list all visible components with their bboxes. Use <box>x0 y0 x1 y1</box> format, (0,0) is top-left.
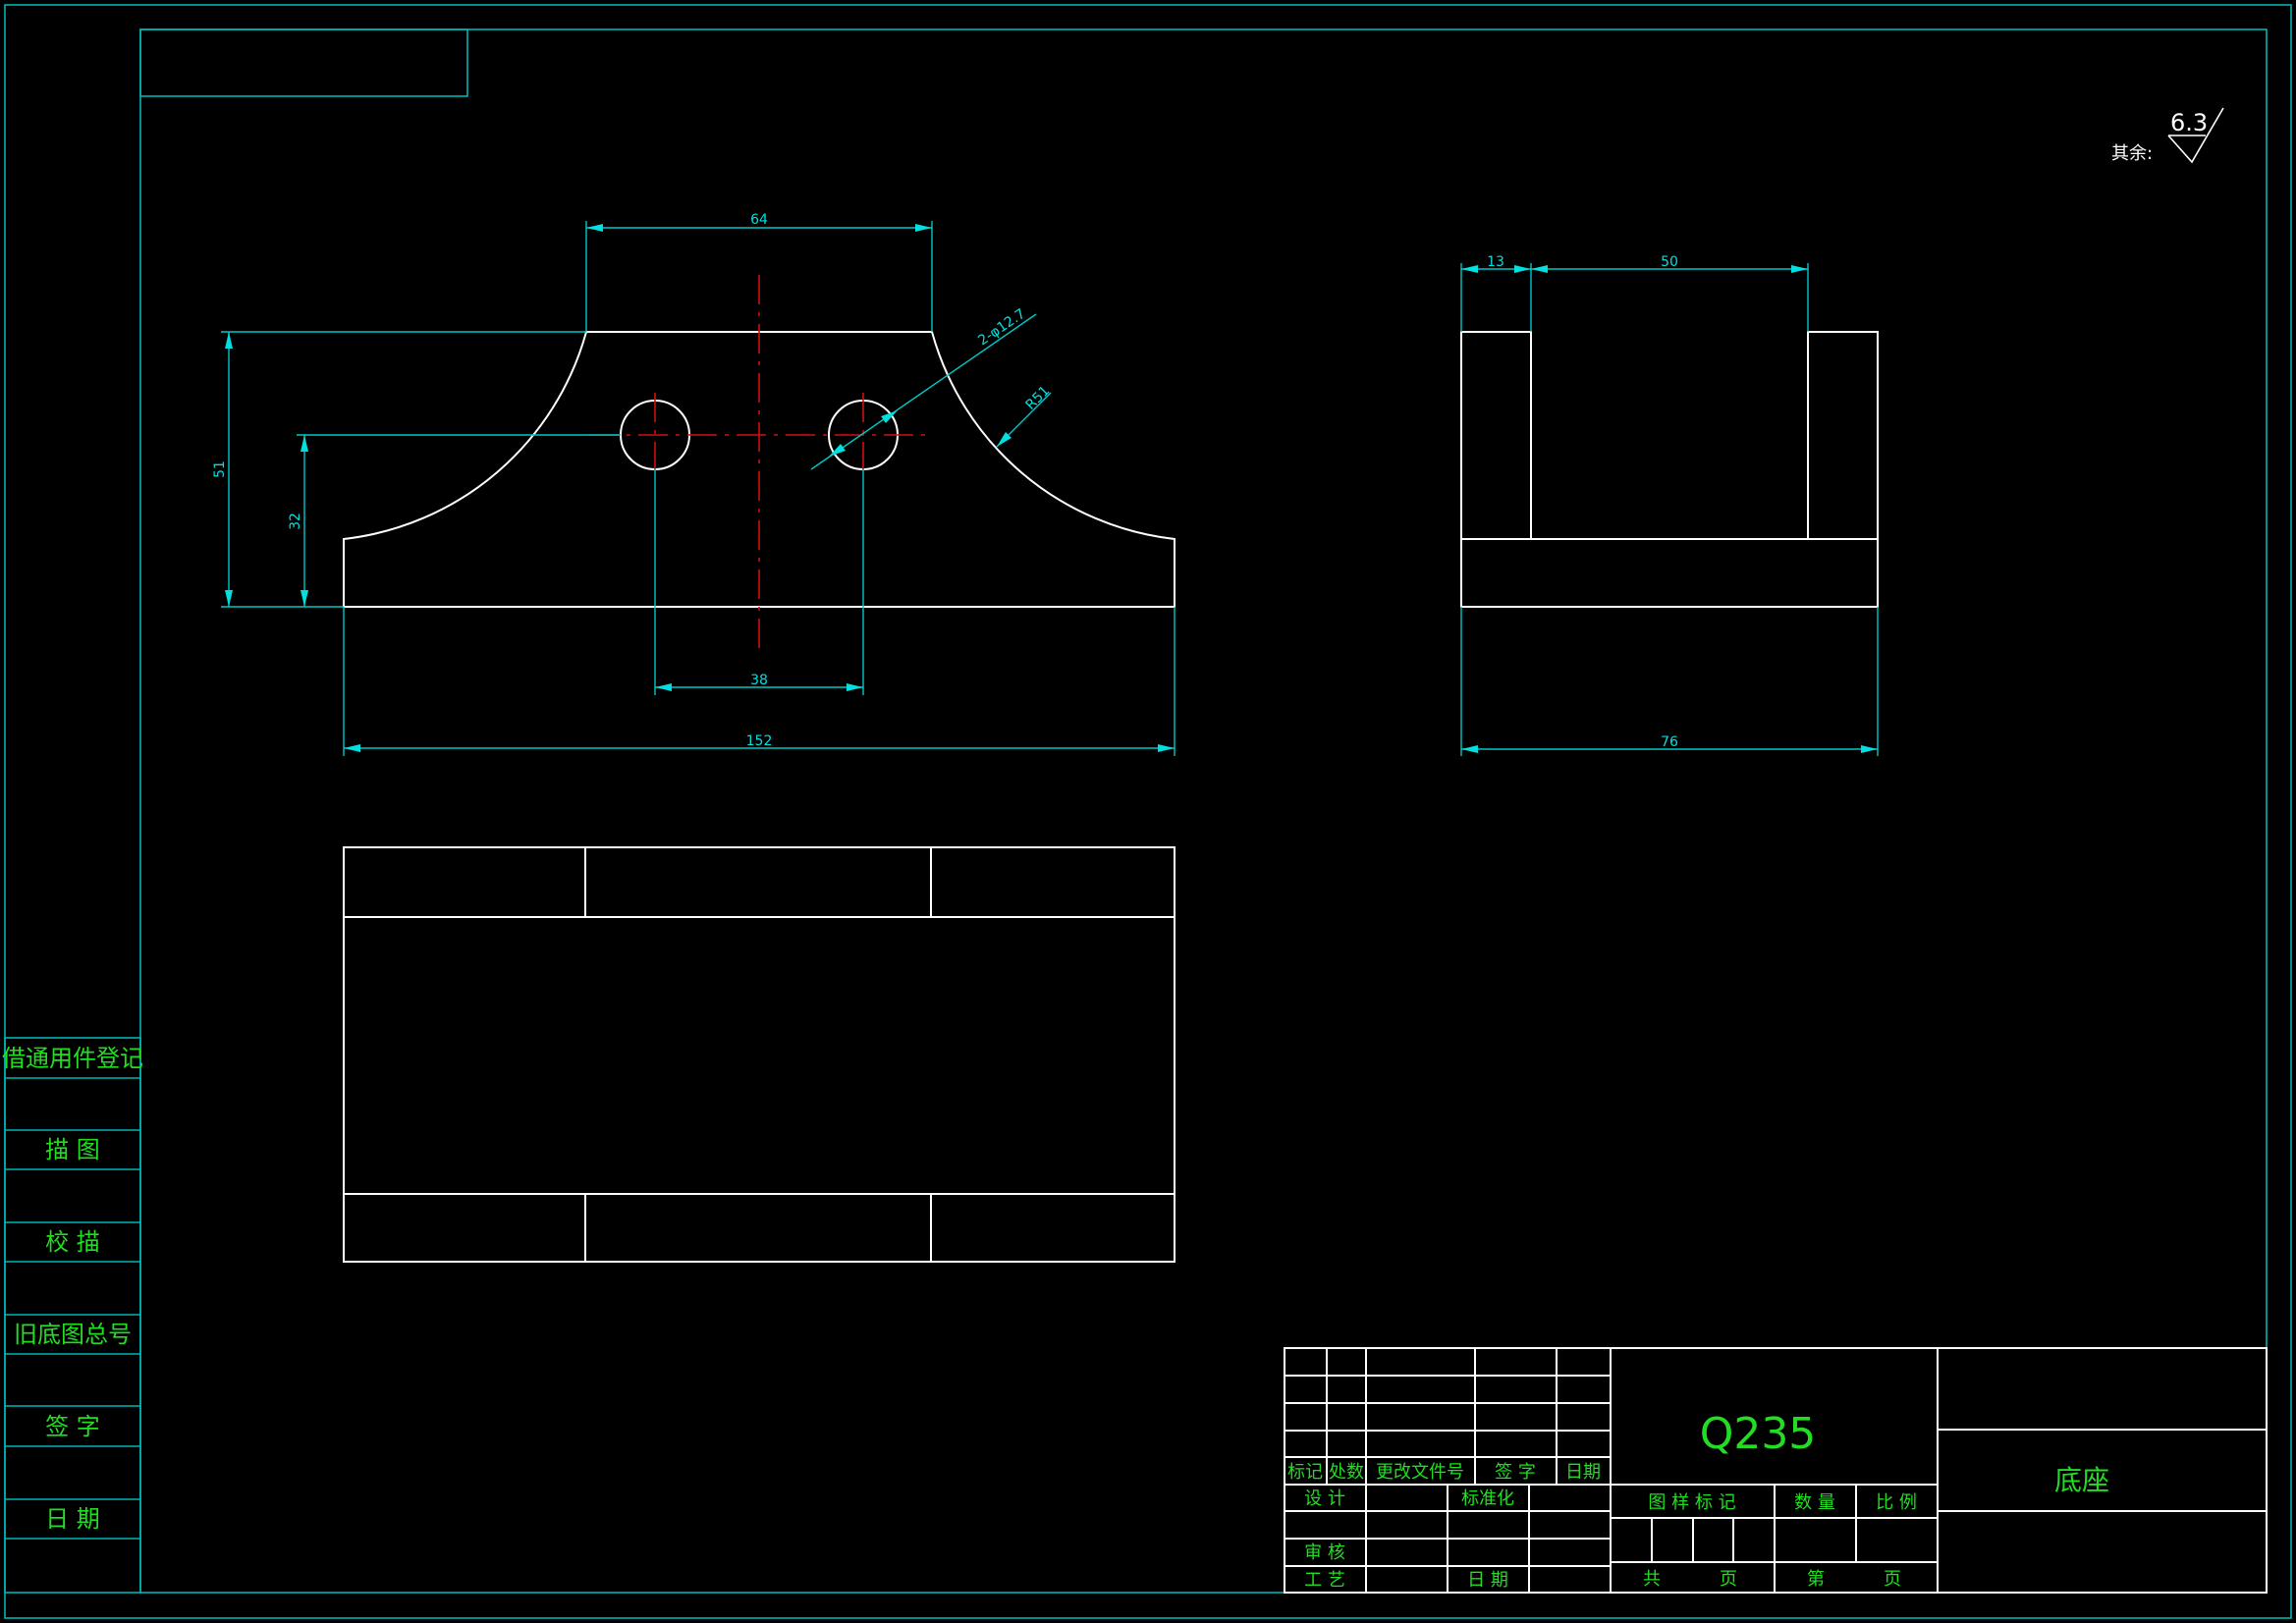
tb-total-sheets-label: 共 <box>1643 1569 1661 1590</box>
sidebar-label-tracing: 描 图 <box>45 1136 100 1163</box>
sidebar-label-borrowed-parts: 借通用件登记 <box>2 1045 143 1072</box>
tb-sample-mark-label: 图 样 标 记 <box>1648 1492 1735 1513</box>
tb-scale-label: 比 例 <box>1876 1492 1917 1513</box>
roughness-prefix: 其余: <box>2111 143 2153 164</box>
tb-design-label: 设 计 <box>1304 1488 1345 1509</box>
tb-change-doc-header: 更改文件号 <box>1376 1462 1464 1483</box>
tb-part-name: 底座 <box>2054 1464 2109 1496</box>
sidebar-label-signature: 签 字 <box>45 1413 100 1440</box>
tb-sheet-no-label: 第 <box>1807 1569 1825 1590</box>
dim-side-gap: 50 <box>1661 254 1678 270</box>
dim-top-width: 64 <box>750 212 768 228</box>
tb-sign-header: 签 字 <box>1495 1462 1536 1483</box>
dim-hole-height: 32 <box>288 513 303 530</box>
tb-sheet-unit-1: 页 <box>1720 1569 1737 1590</box>
dim-hole-spacing: 38 <box>750 673 768 688</box>
tb-mark-header: 标记 <box>1287 1462 1323 1483</box>
tb-material: Q235 <box>1700 1409 1817 1459</box>
tb-quantity-label: 数 量 <box>1794 1492 1835 1513</box>
sidebar-label-date: 日 期 <box>45 1505 100 1533</box>
tb-sheet-unit-2: 页 <box>1884 1569 1901 1590</box>
tb-standardization-label: 标准化 <box>1461 1488 1514 1509</box>
sidebar-label-old-drawing-no: 旧底图总号 <box>14 1321 132 1348</box>
tb-process-label: 工 艺 <box>1304 1570 1345 1591</box>
tb-date-label: 日 期 <box>1467 1570 1508 1591</box>
dim-side-width: 76 <box>1661 734 1678 750</box>
tb-date-header: 日期 <box>1565 1462 1601 1483</box>
cad-drawing-sheet: 借通用件登记 描 图 校 描 旧底图总号 签 字 日 期 其余: 6.3 64 <box>0 0 2296 1623</box>
sidebar-label-trace-check: 校 描 <box>45 1228 100 1256</box>
tb-review-label: 审 核 <box>1304 1542 1345 1563</box>
dim-total-height: 51 <box>212 460 228 478</box>
roughness-value: 6.3 <box>2170 109 2208 136</box>
dim-base-length: 152 <box>746 733 773 749</box>
tb-count-header: 处数 <box>1329 1462 1364 1483</box>
dim-side-wall: 13 <box>1487 254 1504 270</box>
